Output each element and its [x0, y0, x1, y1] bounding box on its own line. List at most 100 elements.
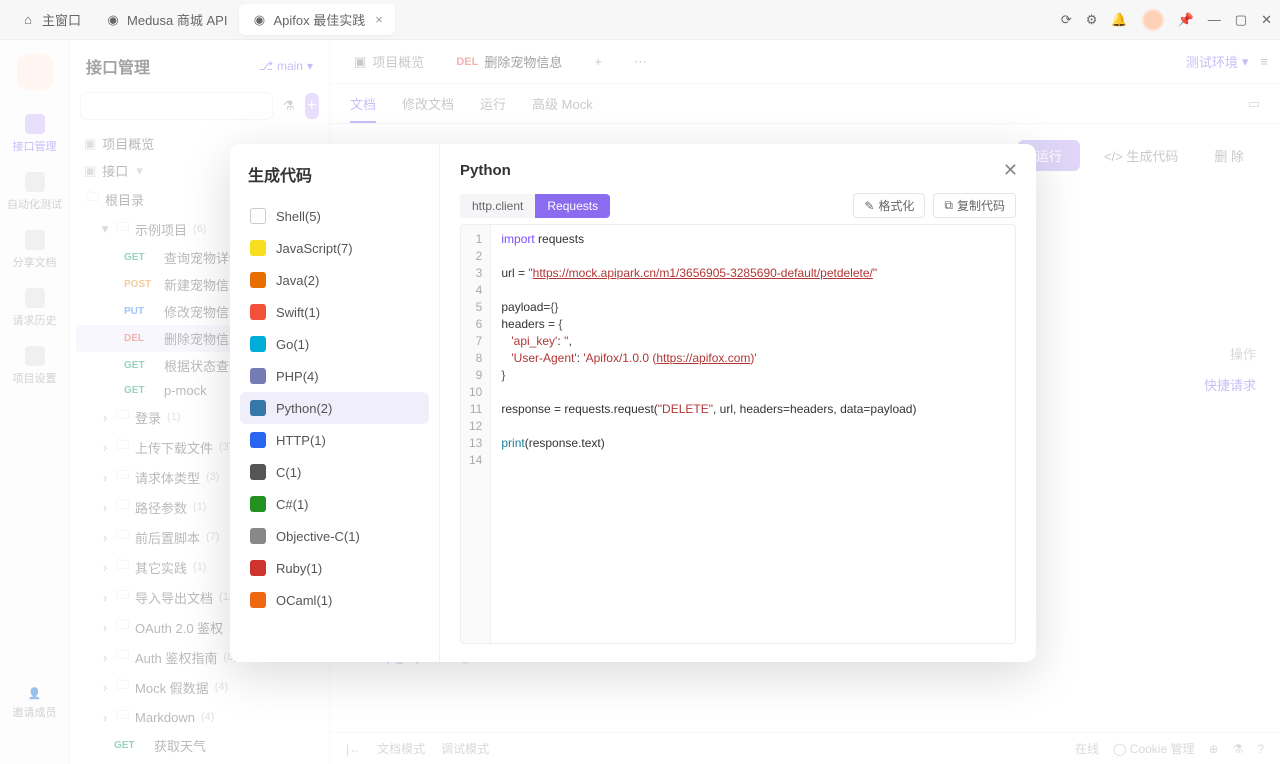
subtab-run[interactable]: 运行 [480, 94, 506, 113]
lang-item[interactable]: Java(2) [240, 264, 429, 296]
copy-code-button[interactable]: ⧉ 复制代码 [933, 193, 1016, 218]
lang-item[interactable]: OCaml(1) [240, 584, 429, 616]
nav-history[interactable]: 请求历史 [13, 288, 57, 328]
lang-icon [250, 400, 266, 416]
env-selector[interactable]: 测试环境▾ [1186, 52, 1249, 71]
endpoint-item[interactable]: GET获取天气 [76, 732, 323, 759]
plus-icon: + [594, 54, 602, 69]
lang-item[interactable]: Swift(1) [240, 296, 429, 328]
nav-automation[interactable]: 自动化测试 [7, 172, 62, 212]
folder-item[interactable]: ›🗀Markdown (4) [76, 702, 323, 732]
tab-overview[interactable]: ▣项目概览 [342, 46, 436, 77]
settings-icon [25, 346, 45, 366]
help-icon[interactable]: ? [1257, 742, 1264, 756]
label: 格式化 [878, 197, 914, 214]
avatar[interactable] [1142, 9, 1164, 31]
lang-item[interactable]: Go(1) [240, 328, 429, 360]
folder-icon: 🗀 [116, 646, 129, 668]
bell-icon[interactable]: 🔔 [1111, 12, 1127, 28]
modal-title: 生成代码 [240, 162, 429, 200]
language-list: 生成代码 Shell(5) JavaScript(7) Java(2)Swift(1… [230, 144, 440, 662]
count: (1) [193, 501, 206, 513]
subtab-doc[interactable]: 文档 [350, 94, 376, 123]
tab-apifox-best[interactable]: ◉ Apifox 最佳实践 × [239, 4, 394, 35]
gear-icon[interactable]: ⚙ [1086, 12, 1098, 28]
subtab-edit[interactable]: 修改文档 [402, 94, 454, 113]
add-button[interactable]: + [305, 93, 319, 119]
doc-mode-toggle[interactable]: 文档模式 [377, 740, 425, 757]
lang-item[interactable]: Ruby(1) [240, 552, 429, 584]
lang-item[interactable]: JavaScript(7) [240, 232, 429, 264]
filter2-icon[interactable]: ⚗ [1233, 742, 1244, 756]
minimize-icon[interactable]: — [1208, 12, 1221, 27]
status-bar: |← 文档模式 调试模式 在线 ◯ Cookie 管理 ⊕ ⚗ ? [330, 732, 1280, 764]
format-button[interactable]: ✎ 格式化 [853, 193, 925, 218]
add-icon[interactable]: ⊕ [1208, 742, 1218, 756]
maximize-icon[interactable]: ▢ [1235, 12, 1247, 28]
lang-item[interactable]: C(1) [240, 456, 429, 488]
method-badge: PUT [124, 306, 158, 317]
branch-selector[interactable]: ⎇main▾ [259, 59, 313, 73]
gen-code-button[interactable]: </> 生成代码 [1092, 140, 1190, 171]
tab-more[interactable]: ⋯ [622, 48, 659, 76]
lang-item[interactable]: HTTP(1) [240, 424, 429, 456]
expand-icon[interactable]: ▭ [1248, 96, 1260, 112]
close-icon[interactable]: × [375, 12, 383, 27]
lang-item[interactable]: C#(1) [240, 488, 429, 520]
lang-icon [250, 304, 266, 320]
folder-label: Mock 假数据 [135, 678, 209, 697]
nav-settings[interactable]: 项目设置 [13, 346, 57, 386]
count: (4) [201, 711, 214, 723]
nav-label: 接口管理 [13, 138, 57, 154]
filter-icon[interactable]: ⚗ [279, 94, 299, 118]
tab-add[interactable]: + [582, 48, 614, 75]
label: Cookie 管理 [1130, 742, 1195, 756]
tab-medusa[interactable]: ◉ Medusa 商城 API [93, 4, 239, 35]
env-label: 测试环境 [1186, 52, 1238, 71]
delete-button[interactable]: 删 除 [1202, 140, 1256, 171]
share-icon [25, 230, 45, 250]
folder-label: Auth 鉴权指南 [135, 648, 217, 667]
chevron-right-icon: › [100, 680, 110, 695]
lang-item[interactable]: Shell(5) [240, 200, 429, 232]
project-logo[interactable] [17, 54, 53, 90]
tab-current-api[interactable]: DEL删除宠物信息 [444, 46, 574, 77]
folder-label: Markdown [135, 710, 195, 725]
tab-home[interactable]: ⌂ 主窗口 [8, 4, 93, 35]
label: 删除宠物信息 [484, 52, 562, 71]
code-editor[interactable]: 1234567891011121314 import requests url … [460, 224, 1016, 644]
chevron-right-icon: › [100, 500, 110, 515]
menu-icon[interactable]: ≡ [1260, 54, 1268, 69]
lang-label: JavaScript(7) [276, 241, 353, 256]
back-icon[interactable]: |← [346, 742, 361, 756]
client-tab-httpclient[interactable]: http.client [460, 194, 535, 218]
close-window-icon[interactable]: ✕ [1261, 12, 1272, 28]
search-input[interactable] [80, 92, 273, 120]
nav-share-doc[interactable]: 分享文档 [13, 230, 57, 270]
count: (6) [193, 223, 206, 235]
debug-mode-toggle[interactable]: 调试模式 [441, 740, 489, 757]
tab-label: Apifox 最佳实践 [273, 10, 365, 29]
subtab-mock[interactable]: 高级 Mock [532, 94, 593, 113]
cookie-mgmt[interactable]: ◯ Cookie 管理 [1113, 740, 1194, 757]
folder-item[interactable]: ›🗀Mock 假数据 (4) [76, 672, 323, 702]
folder-icon: 🗀 [116, 706, 129, 728]
lang-label: Shell(5) [276, 209, 321, 224]
client-tab-requests[interactable]: Requests [535, 194, 610, 218]
lang-item[interactable]: Objective-C(1) [240, 520, 429, 552]
label: 生成代码 [1126, 149, 1178, 164]
close-modal-icon[interactable]: ✕ [1003, 160, 1018, 181]
pin-icon[interactable]: 📌 [1178, 12, 1194, 28]
lang-item[interactable]: Python(2) [240, 392, 429, 424]
lang-item[interactable]: PHP(4) [240, 360, 429, 392]
titlebar: ⌂ 主窗口 ◉ Medusa 商城 API ◉ Apifox 最佳实践 × ⟳ … [0, 0, 1280, 40]
nav-invite[interactable]: 👤邀请成员 [13, 687, 57, 720]
nav-api-mgmt[interactable]: 接口管理 [13, 114, 57, 154]
endpoint-item[interactable]: GET获取用户信息 [76, 759, 323, 764]
folder-icon: 🗀 [116, 436, 129, 458]
label: 项目概览 [102, 134, 154, 153]
refresh-icon[interactable]: ⟳ [1061, 12, 1072, 28]
lang-label: HTTP(1) [276, 433, 326, 448]
quick-request-link[interactable]: 快捷请求 [1204, 375, 1256, 394]
ops-header: 操作 [1204, 344, 1256, 363]
